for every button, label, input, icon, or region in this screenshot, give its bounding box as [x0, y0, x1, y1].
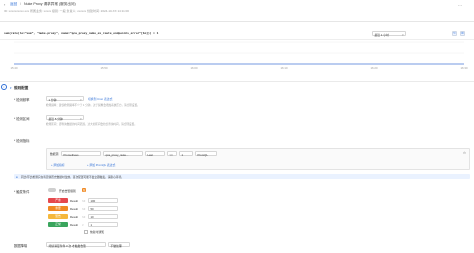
add-metric-link[interactable]: + 添加指标	[51, 163, 65, 167]
level-toggle[interactable]	[48, 188, 56, 192]
level-threshold-input[interactable]: 10	[88, 214, 118, 219]
noise-input[interactable]: 持续满足条件 3 次 才触发告警	[46, 242, 106, 248]
query-chart: 15:40 15:50 16:00 16:10 16:20 16:30	[11, 41, 468, 70]
datasource-value: Prometheus	[63, 152, 79, 157]
window-hint: 检测区间：即查询数据的时间范围，过大的区间会拉长查询时间，请合理设置。	[46, 123, 137, 126]
level-toggle-text: 开启告警级别	[59, 189, 76, 193]
window-value: 最近 5 分钟	[48, 116, 63, 121]
operator-select[interactable]: >=	[167, 151, 177, 157]
notice-banner: ● 同比/环比检测只在有足够历史数据时生效，首次配置可能不会立即触发，请耐心等待…	[14, 174, 470, 179]
collapse-icon[interactable]: ▾	[10, 86, 12, 90]
info-icon: i	[1, 84, 7, 90]
threshold-input[interactable]: 1	[179, 151, 193, 157]
chevron-down-icon: ▾	[402, 32, 404, 37]
datasource-label: 数据源	[50, 152, 59, 156]
level-operator[interactable]: >=	[82, 199, 85, 203]
trigger-label: * 触发条件	[14, 190, 30, 194]
level-threshold-input[interactable]: 100	[88, 198, 118, 203]
func-select[interactable]: Last	[145, 151, 165, 157]
level-field: Result	[70, 207, 78, 211]
operator-value: >=	[169, 152, 173, 157]
recovery-label: 恢复时通知	[90, 230, 104, 234]
time-range-select[interactable]: 最近 1 小时 ▾	[372, 31, 406, 37]
level-operator[interactable]: >=	[82, 207, 85, 211]
datasource-select[interactable]: Prometheus	[61, 151, 101, 157]
gear-icon[interactable]: ⚙	[460, 31, 465, 36]
metric-config-box: 数据源 Prometheus qca_proxy_nuke... Last >=…	[46, 148, 470, 170]
x-tick-label: 16:30	[461, 66, 468, 70]
query-expression[interactable]: sum(rate(le="sum", "nuke-proxy", name="q…	[4, 32, 158, 35]
more-icon[interactable]: ⋯	[458, 3, 462, 8]
func-value: Last	[147, 152, 153, 157]
section-divider	[0, 81, 474, 82]
level-tag: 重要	[48, 206, 68, 211]
breadcrumb-root[interactable]: 返回	[10, 2, 17, 7]
noise-select[interactable]: 不做处理	[108, 242, 130, 248]
metric-select[interactable]: qca_proxy_nuke...	[103, 151, 143, 157]
x-tick-label: 16:00	[191, 66, 198, 70]
page-header: ‹ 返回 / Nuke Proxy 请求异常 (服务出问) ID: xxxxxx…	[0, 0, 474, 22]
noise-value: 持续满足条件 3 次 才触发告警	[48, 243, 86, 248]
noise-label: 数据降噪	[14, 244, 28, 248]
query-bar: sum(rate(le="sum", "nuke-proxy", name="q…	[0, 29, 474, 40]
metric-label: * 检测指标	[14, 139, 30, 143]
level-tag: 正常	[48, 222, 68, 227]
level-field: Result	[70, 215, 78, 219]
recovery-checkbox[interactable]	[84, 230, 88, 234]
freq-hint: 检测频率：建议检测频率不少于 1 分钟，过于频繁会增加系统压力，请合理设置。	[46, 104, 140, 107]
level-threshold-input[interactable]: 50	[88, 206, 118, 211]
level-threshold-value: 50	[90, 207, 94, 211]
level-tag: 警告	[48, 214, 68, 219]
delete-icon[interactable]: ⊖	[463, 151, 466, 155]
x-tick-label: 15:50	[101, 66, 108, 70]
freq-label: * 检测频率	[14, 98, 30, 102]
chevron-down-icon: ▾	[80, 116, 82, 121]
add-promql-link[interactable]: + 添加 PromQL 表达式	[87, 163, 115, 167]
x-tick-label: 16:10	[281, 66, 288, 70]
level-tag: 严重	[48, 198, 68, 203]
new-badge: 新	[82, 188, 87, 192]
time-range-label: 最近 1 小时	[374, 32, 389, 37]
back-arrow-icon[interactable]: ‹	[4, 2, 5, 7]
metric-value: qca_proxy_nuke...	[105, 152, 129, 157]
x-tick-label: 16:20	[371, 66, 378, 70]
freq-select[interactable]: 1 分钟 ▾	[46, 96, 84, 102]
level-threshold-input[interactable]: 1	[88, 222, 118, 227]
page-title: Nuke Proxy 请求异常 (服务出问)	[24, 2, 76, 6]
level-threshold-value: 10	[90, 215, 94, 219]
level-threshold-value: 1	[90, 223, 93, 227]
cron-switch-link[interactable]: 切换到 Cron 表达式	[88, 97, 112, 101]
level-operator[interactable]: <	[82, 223, 84, 227]
window-select[interactable]: 最近 5 分钟 ▾	[46, 115, 84, 121]
x-tick-label: 15:40	[11, 66, 18, 70]
section-title: 规则配置	[14, 86, 29, 90]
level-field: Result	[70, 223, 78, 227]
freq-value: 1 分钟	[48, 97, 57, 102]
level-field: Result	[70, 199, 78, 203]
notice-text: 同比/环比检测只在有足够历史数据时生效，首次配置可能不会立即触发，请耐心等待。	[21, 175, 124, 179]
noise-select-value: 不做处理	[110, 243, 122, 248]
window-label: * 检测区间	[14, 117, 30, 121]
level-threshold-value: 100	[90, 199, 96, 203]
level-operator[interactable]: >=	[82, 215, 85, 219]
chevron-down-icon: ▾	[80, 97, 82, 102]
refresh-icon[interactable]: ↻	[452, 31, 457, 36]
breadcrumb-separator: /	[20, 2, 21, 6]
unit-value: PromQL	[197, 152, 208, 157]
threshold-value: 1	[181, 152, 184, 157]
unit-select[interactable]: PromQL	[195, 151, 217, 157]
rule-meta: ID: xxxxxxxxxx-xxx 所属业务: xxxxx 级别: 一般 负责…	[4, 9, 129, 13]
info-icon: ●	[16, 174, 18, 179]
